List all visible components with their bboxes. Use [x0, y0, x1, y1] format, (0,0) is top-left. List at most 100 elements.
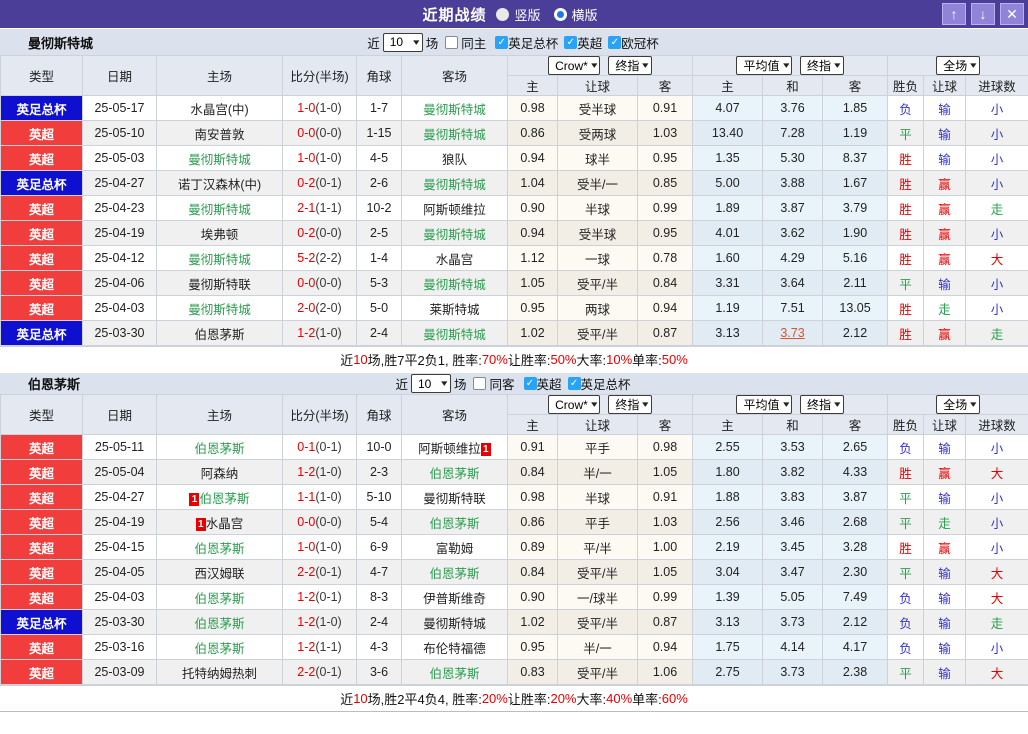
euro-stage-select[interactable]: 终指▾ [800, 395, 844, 414]
col-home: 主场 [157, 56, 283, 96]
match-date: 25-03-30 [83, 321, 157, 346]
move-down-button[interactable]: ↓ [971, 3, 995, 25]
vertical-layout-radio[interactable] [496, 8, 509, 21]
match-score: 0-2(0-1) [283, 171, 357, 196]
corner-score: 8-3 [357, 585, 402, 610]
close-icon[interactable]: ✕ [1000, 3, 1024, 25]
result-handicap: 输 [924, 96, 966, 121]
team-name-text: 伯恩茅斯 [194, 617, 244, 631]
league-badge: 英超 [1, 635, 83, 660]
result-wdl: 胜 [888, 460, 924, 485]
result-handicap: 输 [924, 485, 966, 510]
col-goals: 进球数 [966, 76, 1028, 96]
euro-draw-odds: 3.87 [763, 196, 823, 221]
team-name-text: 曼彻斯特联 [423, 492, 486, 506]
result-handicap: 输 [924, 660, 966, 685]
euro-draw-odds: 3.83 [763, 485, 823, 510]
summary-text: 单率: [632, 689, 662, 708]
result-handicap: 输 [924, 560, 966, 585]
move-up-button[interactable]: ↑ [942, 3, 966, 25]
match-row: 英足总杯25-03-30伯恩茅斯1-2(1-0)2-4曼彻斯特城1.02受平/半… [1, 610, 1028, 635]
result-handicap: 赢 [924, 246, 966, 271]
handicap-stage-select[interactable]: 终指▾ [608, 56, 652, 75]
result-handicap: 赢 [924, 196, 966, 221]
home-team: 伯恩茅斯 [157, 635, 283, 660]
league-badge: 英超 [1, 246, 83, 271]
bookmaker-select[interactable]: Crow*▾ [548, 395, 600, 414]
match-date: 25-05-03 [83, 146, 157, 171]
euro-away-odds: 2.12 [823, 321, 888, 346]
handicap-home-odds: 0.91 [508, 435, 558, 460]
away-team: 曼彻斯特联 [402, 485, 508, 510]
euro-draw-odds: 7.51 [763, 296, 823, 321]
handicap-line: 两球 [558, 296, 638, 321]
handicap-line: 受平/半 [558, 660, 638, 685]
result-wdl: 平 [888, 660, 924, 685]
horizontal-layout-radio[interactable] [554, 8, 567, 21]
euro-away-odds: 7.49 [823, 585, 888, 610]
handicap-home-odds: 0.95 [508, 296, 558, 321]
euro-source-select[interactable]: 平均值▾ [736, 395, 792, 414]
team-name-text: 布伦特福德 [423, 642, 486, 656]
league-filter-checkbox[interactable]: ✓ [608, 36, 621, 49]
panel-title: 近期战绩 [422, 4, 486, 25]
scope-select[interactable]: 全场▾ [936, 56, 980, 75]
handicap-away-odds: 0.91 [638, 96, 693, 121]
euro-draw-odds: 5.30 [763, 146, 823, 171]
team-name-text: 阿斯顿维拉 [418, 442, 481, 456]
match-score: 1-2(0-1) [283, 585, 357, 610]
match-row: 英足总杯25-03-30伯恩茅斯1-2(1-0)2-4曼彻斯特城1.02受平/半… [1, 321, 1028, 346]
games-count-select[interactable]: 10▾ [411, 374, 451, 393]
col-handicap-away: 客 [638, 76, 693, 96]
radio-dot-icon [557, 11, 564, 18]
league-badge: 英超 [1, 121, 83, 146]
result-wdl: 平 [888, 560, 924, 585]
match-date: 25-04-03 [83, 296, 157, 321]
euro-draw-odds-link[interactable]: 3.73 [780, 326, 804, 340]
filter-bar: 近 10▾ 场 同主 ✓英足总杯✓英超✓欧冠杯 [367, 33, 661, 52]
match-date: 25-04-19 [83, 510, 157, 535]
match-row: 英超25-04-191水晶宫0-0(0-0)5-4伯恩茅斯0.86平手1.032… [1, 510, 1028, 535]
handicap-home-odds: 1.05 [508, 271, 558, 296]
summary-text: 让胜率: [508, 689, 551, 708]
league-filter-checkbox[interactable]: ✓ [495, 36, 508, 49]
away-team: 阿斯顿维拉1 [402, 435, 508, 460]
league-filter-checkbox[interactable]: ✓ [524, 377, 537, 390]
corner-score: 4-3 [357, 635, 402, 660]
same-away-checkbox[interactable] [473, 377, 486, 390]
handicap-line: 球半 [558, 146, 638, 171]
chevron-down-icon: ▾ [970, 60, 976, 71]
corner-score: 10-0 [357, 435, 402, 460]
scope-select[interactable]: 全场▾ [936, 395, 980, 414]
league-filter-checkbox[interactable]: ✓ [568, 377, 581, 390]
chevron-down-icon: ▾ [834, 399, 840, 410]
euro-stage-select[interactable]: 终指▾ [800, 56, 844, 75]
handicap-home-odds: 0.98 [508, 96, 558, 121]
handicap-stage-select[interactable]: 终指▾ [608, 395, 652, 414]
euro-draw-odds: 3.76 [763, 96, 823, 121]
league-filter-label: 英足总杯 [581, 374, 631, 393]
handicap-line: 受半球 [558, 96, 638, 121]
euro-source-select[interactable]: 平均值▾ [736, 56, 792, 75]
col-date: 日期 [83, 395, 157, 435]
games-label: 场 [454, 374, 467, 393]
match-date: 25-04-06 [83, 271, 157, 296]
handicap-line: 受半球 [558, 221, 638, 246]
euro-draw-odds[interactable]: 3.73 [763, 321, 823, 346]
match-row: 英超25-05-03曼彻斯特城1-0(1-0)4-5狼队0.94球半0.951.… [1, 146, 1028, 171]
same-home-checkbox[interactable] [445, 36, 458, 49]
euro-draw-odds: 5.05 [763, 585, 823, 610]
result-handicap: 走 [924, 510, 966, 535]
handicap-away-odds: 0.99 [638, 196, 693, 221]
handicap-home-odds: 0.84 [508, 460, 558, 485]
match-row: 英超25-04-271伯恩茅斯1-1(1-0)5-10曼彻斯特联0.98半球0.… [1, 485, 1028, 510]
team-name-text: 曼彻斯特城 [188, 303, 251, 317]
match-score: 0-2(0-0) [283, 221, 357, 246]
league-filter-label: 英超 [537, 374, 562, 393]
league-filter-checkbox[interactable]: ✓ [564, 36, 577, 49]
handicap-line: 一/球半 [558, 585, 638, 610]
bookmaker-select[interactable]: Crow*▾ [548, 56, 600, 75]
games-count-select[interactable]: 10▾ [383, 33, 423, 52]
col-wdl: 胜负 [888, 76, 924, 96]
team-name-text: 伯恩茅斯 [429, 567, 479, 581]
